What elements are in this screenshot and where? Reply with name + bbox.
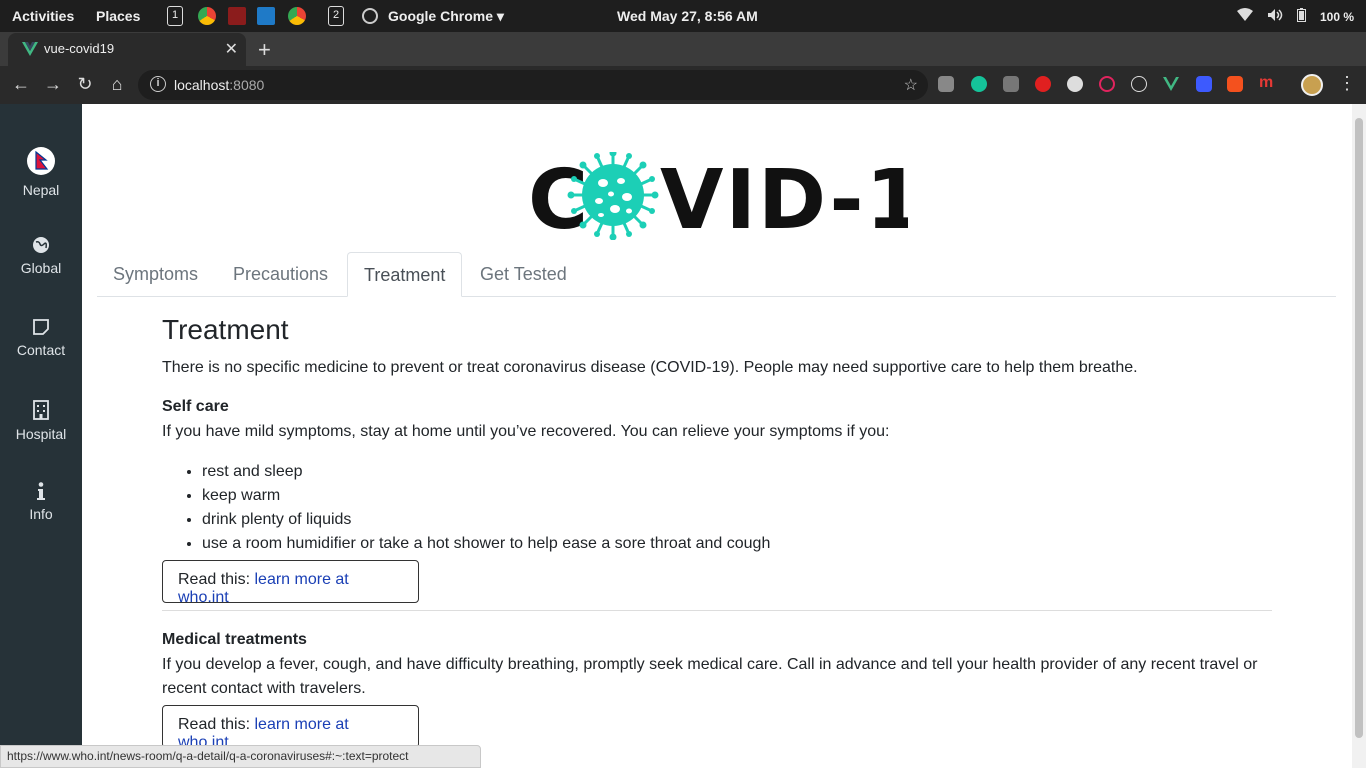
vue-logo-icon	[22, 42, 38, 56]
workspace-1-indicator[interactable]: 1	[167, 6, 183, 26]
list-item: keep warm	[202, 484, 770, 508]
tab-title: vue-covid19	[44, 41, 115, 56]
medical-heading: Medical treatments	[162, 631, 307, 648]
chrome-menu-icon	[362, 8, 378, 24]
tab-treatment[interactable]: Treatment	[347, 252, 463, 297]
back-button[interactable]: ←	[10, 74, 32, 95]
list-item: rest and sleep	[202, 460, 770, 484]
grammarly-extension-icon[interactable]	[971, 76, 987, 92]
hospital-icon	[33, 400, 49, 420]
tab-get-tested[interactable]: Get Tested	[464, 252, 583, 297]
pen-extension-icon[interactable]	[1196, 76, 1212, 92]
battery-icon	[1296, 8, 1306, 25]
section-divider	[162, 610, 1272, 611]
system-tray[interactable]: 100 %	[1236, 8, 1354, 25]
home-button[interactable]: ⌂	[106, 74, 128, 95]
tab-precautions[interactable]: Precautions	[217, 252, 344, 297]
list-item: use a room humidifier or take a hot show…	[202, 532, 770, 556]
sidebar-item-nepal[interactable]: Nepal	[0, 146, 82, 198]
adblock-extension-icon[interactable]	[1035, 76, 1051, 92]
chrome-app-icon[interactable]	[198, 7, 216, 25]
self-care-text: If you have mild symptoms, stay at home …	[162, 423, 890, 440]
note-icon	[33, 319, 49, 335]
sidebar-item-label: Nepal	[22, 182, 60, 198]
react-devtools-icon[interactable]	[1131, 76, 1147, 92]
info-icon	[37, 482, 45, 500]
workspace-2-indicator[interactable]: 2	[328, 6, 344, 26]
app-sidebar: Nepal Global Contact Hospital Info	[0, 104, 82, 768]
self-care-heading: Self care	[162, 398, 229, 415]
virus-icon	[567, 152, 659, 240]
browser-toolbar: ← → ↻ ⌂ i localhost:8080 ☆ m ⋮	[0, 66, 1366, 104]
sidebar-item-label: Info	[29, 506, 53, 522]
clock[interactable]: Wed May 27, 8:56 AM	[617, 8, 758, 24]
read-more-box: Read this: learn more at who.int	[162, 560, 419, 606]
sidebar-item-global[interactable]: Global	[0, 236, 82, 276]
spiral-extension-icon[interactable]	[1099, 76, 1115, 92]
volume-icon	[1267, 8, 1283, 25]
sidebar-item-contact[interactable]: Contact	[0, 318, 82, 358]
chevron-down-icon: ▾	[496, 8, 504, 24]
browser-tab[interactable]: vue-covid19 ✕	[8, 33, 246, 66]
main-content: C VID-1 Symptoms Precautions Treatment G…	[82, 104, 1352, 768]
logo-text-vid19: VID-19	[660, 153, 908, 240]
medical-text: If you develop a fever, cough, and have …	[162, 656, 1258, 697]
intro-text: There is no specific medicine to prevent…	[162, 359, 1138, 376]
image-extension-icon[interactable]	[1227, 76, 1243, 92]
sidebar-item-info[interactable]: Info	[0, 482, 82, 522]
facebook-extension-icon[interactable]	[1003, 76, 1019, 92]
list-item: drink plenty of liquids	[202, 508, 770, 532]
m-extension-icon[interactable]: m	[1259, 74, 1275, 91]
info-icon[interactable]: i	[150, 76, 166, 92]
scrollbar-thumb[interactable]	[1355, 118, 1363, 738]
covid19-logo: C VID-1	[528, 152, 908, 240]
forward-button[interactable]: →	[42, 74, 64, 95]
text-editor-app-icon[interactable]	[228, 7, 246, 25]
activities-button[interactable]: Activities	[12, 8, 74, 24]
read-more-label: Read this:	[178, 716, 255, 733]
page-title: Treatment	[162, 314, 289, 345]
reload-button[interactable]: ↻	[74, 74, 96, 95]
tab-symptoms[interactable]: Symptoms	[97, 252, 214, 297]
url-text[interactable]: localhost:8080	[174, 77, 264, 93]
tab-bar: Symptoms Precautions Treatment Get Teste…	[97, 252, 1336, 297]
close-icon[interactable]: ✕	[225, 39, 238, 59]
gnome-top-bar: Activities Places 1 2 Google Chrome ▾ We…	[0, 0, 1366, 32]
new-tab-button[interactable]: +	[258, 37, 271, 63]
camera-extension-icon[interactable]	[938, 76, 954, 92]
globe-icon	[33, 237, 49, 253]
gauge-extension-icon[interactable]	[1067, 76, 1083, 92]
wifi-icon	[1236, 8, 1253, 25]
nepal-flag-icon	[27, 147, 55, 175]
sidebar-item-label: Global	[20, 260, 62, 276]
avatar[interactable]	[1301, 74, 1323, 96]
app-menu-label[interactable]: Google Chrome ▾	[388, 8, 504, 25]
link-status-bar: https://www.who.int/news-room/q-a-detail…	[0, 745, 481, 768]
places-menu[interactable]: Places	[96, 8, 140, 24]
address-bar[interactable]: i localhost:8080 ☆	[138, 70, 928, 100]
browser-tab-strip: vue-covid19 ✕ +	[0, 32, 1366, 66]
read-more-box: Read this: learn more at who.int	[162, 705, 419, 751]
chrome-app-icon-2[interactable]	[288, 7, 306, 25]
vue-devtools-icon[interactable]	[1163, 76, 1179, 92]
self-care-list: rest and sleep keep warm drink plenty of…	[202, 460, 770, 556]
sidebar-item-label: Contact	[16, 342, 66, 358]
read-more-label: Read this:	[178, 571, 255, 588]
sidebar-item-hospital[interactable]: Hospital	[0, 400, 82, 442]
page-scrollbar[interactable]	[1352, 104, 1366, 768]
vscode-app-icon[interactable]	[257, 7, 275, 25]
battery-percent: 100 %	[1319, 9, 1354, 24]
sidebar-item-label: Hospital	[15, 426, 67, 442]
bookmark-star-icon[interactable]: ☆	[904, 75, 918, 95]
more-menu-icon[interactable]: ⋮	[1338, 73, 1356, 94]
